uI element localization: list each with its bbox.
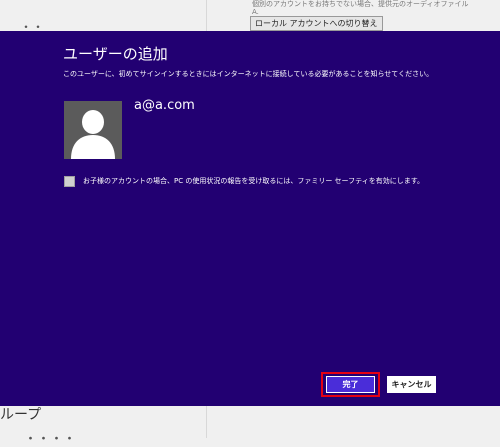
- background-group-label: ループ: [0, 407, 42, 423]
- cancel-button[interactable]: キャンセル: [387, 376, 436, 393]
- background-top-text-line1: 個別のアカウントをお持ちでない場合、提供元のオーディオファイル: [252, 0, 469, 8]
- add-user-dialog: ユーザーの追加 このユーザーに、初めてサインインするときにはインターネットに接続…: [0, 31, 500, 406]
- family-safety-label: お子様のアカウントの場合、PC の使用状況の報告を受け取るには、ファミリー セー…: [83, 177, 425, 185]
- family-safety-row[interactable]: お子様のアカウントの場合、PC の使用状況の報告を受け取るには、ファミリー セー…: [64, 175, 424, 187]
- background-top-text-line2: A.: [252, 8, 259, 16]
- dialog-title: ユーザーの追加: [63, 45, 168, 63]
- switch-to-local-account-button[interactable]: ローカル アカウントへの切り替え: [250, 16, 383, 31]
- finish-button[interactable]: 完了: [326, 376, 375, 393]
- account-email: a@a.com: [134, 98, 195, 113]
- user-silhouette-icon: [64, 101, 122, 159]
- dialog-description: このユーザーに、初めてサインインするときにはインターネットに接続している必要があ…: [63, 70, 434, 78]
- background-top-text: 個別のアカウントをお持ちでない場合、提供元のオーディオファイル A.: [252, 0, 469, 16]
- family-safety-checkbox[interactable]: [64, 175, 75, 187]
